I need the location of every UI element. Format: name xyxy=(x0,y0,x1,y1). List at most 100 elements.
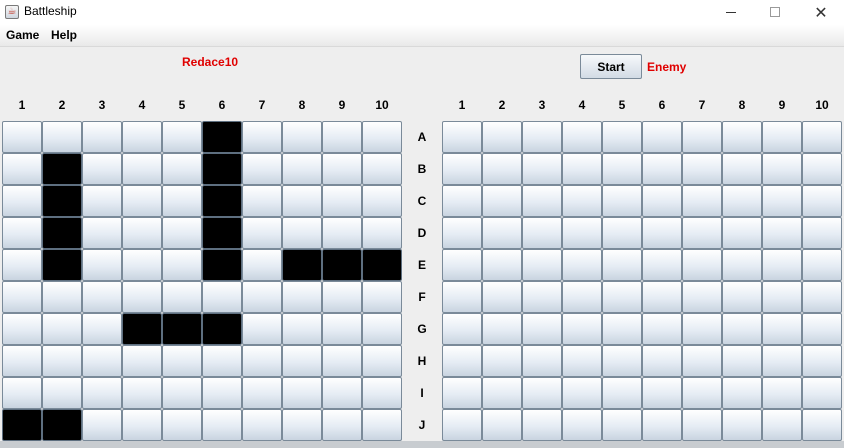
enemy-board-cell[interactable] xyxy=(642,345,682,377)
player-board-ship-cell[interactable] xyxy=(202,185,242,217)
enemy-board-cell[interactable] xyxy=(442,409,482,441)
player-board-cell[interactable] xyxy=(322,377,362,409)
enemy-board-cell[interactable] xyxy=(722,217,762,249)
menu-help[interactable]: Help xyxy=(51,28,77,42)
enemy-board-cell[interactable] xyxy=(602,185,642,217)
player-board-cell[interactable] xyxy=(362,377,402,409)
enemy-board-cell[interactable] xyxy=(482,217,522,249)
player-board-cell[interactable] xyxy=(322,409,362,441)
player-board-cell[interactable] xyxy=(82,121,122,153)
player-board-cell[interactable] xyxy=(242,281,282,313)
player-board-cell[interactable] xyxy=(42,121,82,153)
enemy-board-cell[interactable] xyxy=(802,153,842,185)
player-board-ship-cell[interactable] xyxy=(2,409,42,441)
enemy-board-cell[interactable] xyxy=(722,377,762,409)
player-board-cell[interactable] xyxy=(362,313,402,345)
enemy-board-cell[interactable] xyxy=(442,121,482,153)
player-board-cell[interactable] xyxy=(362,409,402,441)
enemy-board-cell[interactable] xyxy=(442,185,482,217)
player-board-cell[interactable] xyxy=(42,281,82,313)
enemy-board-cell[interactable] xyxy=(802,281,842,313)
enemy-board-cell[interactable] xyxy=(642,409,682,441)
enemy-board-cell[interactable] xyxy=(522,377,562,409)
enemy-board-cell[interactable] xyxy=(682,313,722,345)
player-board-cell[interactable] xyxy=(362,153,402,185)
player-board-cell[interactable] xyxy=(2,281,42,313)
enemy-board-cell[interactable] xyxy=(602,249,642,281)
player-board-cell[interactable] xyxy=(202,377,242,409)
enemy-board-cell[interactable] xyxy=(802,217,842,249)
enemy-board-cell[interactable] xyxy=(602,281,642,313)
enemy-board-cell[interactable] xyxy=(602,409,642,441)
player-board-ship-cell[interactable] xyxy=(202,153,242,185)
enemy-board-cell[interactable] xyxy=(682,377,722,409)
player-board-cell[interactable] xyxy=(242,217,282,249)
enemy-board-cell[interactable] xyxy=(642,217,682,249)
maximize-button[interactable] xyxy=(752,0,798,25)
player-board-ship-cell[interactable] xyxy=(202,313,242,345)
player-board-cell[interactable] xyxy=(322,217,362,249)
player-board-cell[interactable] xyxy=(282,121,322,153)
start-button[interactable]: Start xyxy=(580,54,642,79)
player-board-ship-cell[interactable] xyxy=(202,249,242,281)
player-board-cell[interactable] xyxy=(162,281,202,313)
enemy-board-cell[interactable] xyxy=(482,185,522,217)
player-board-ship-cell[interactable] xyxy=(162,313,202,345)
enemy-board-cell[interactable] xyxy=(682,185,722,217)
player-board-cell[interactable] xyxy=(202,345,242,377)
player-board-cell[interactable] xyxy=(82,281,122,313)
player-board-cell[interactable] xyxy=(282,377,322,409)
player-board-cell[interactable] xyxy=(202,281,242,313)
player-board-cell[interactable] xyxy=(322,281,362,313)
enemy-board-cell[interactable] xyxy=(562,121,602,153)
enemy-board-cell[interactable] xyxy=(682,345,722,377)
enemy-board-cell[interactable] xyxy=(562,249,602,281)
enemy-board-cell[interactable] xyxy=(802,313,842,345)
enemy-board-cell[interactable] xyxy=(482,249,522,281)
player-board-cell[interactable] xyxy=(282,409,322,441)
player-board-cell[interactable] xyxy=(242,249,282,281)
menu-game[interactable]: Game xyxy=(6,28,39,42)
enemy-board-cell[interactable] xyxy=(682,121,722,153)
player-board-cell[interactable] xyxy=(322,345,362,377)
player-board-cell[interactable] xyxy=(322,153,362,185)
player-board-cell[interactable] xyxy=(362,345,402,377)
enemy-board-cell[interactable] xyxy=(682,249,722,281)
player-board-cell[interactable] xyxy=(122,121,162,153)
enemy-board-cell[interactable] xyxy=(482,345,522,377)
player-board-cell[interactable] xyxy=(82,345,122,377)
player-board-cell[interactable] xyxy=(82,185,122,217)
enemy-board-cell[interactable] xyxy=(522,409,562,441)
enemy-board-cell[interactable] xyxy=(762,121,802,153)
player-board-cell[interactable] xyxy=(362,185,402,217)
enemy-board-cell[interactable] xyxy=(562,217,602,249)
player-board-cell[interactable] xyxy=(322,313,362,345)
player-board-cell[interactable] xyxy=(42,377,82,409)
player-board-cell[interactable] xyxy=(162,185,202,217)
enemy-board-cell[interactable] xyxy=(482,377,522,409)
enemy-board-cell[interactable] xyxy=(562,153,602,185)
player-board-cell[interactable] xyxy=(2,377,42,409)
player-board-cell[interactable] xyxy=(122,345,162,377)
enemy-board-cell[interactable] xyxy=(602,345,642,377)
player-board-cell[interactable] xyxy=(2,121,42,153)
player-board-ship-cell[interactable] xyxy=(362,249,402,281)
enemy-board-cell[interactable] xyxy=(802,249,842,281)
enemy-board-cell[interactable] xyxy=(442,249,482,281)
player-board-cell[interactable] xyxy=(2,153,42,185)
player-board-cell[interactable] xyxy=(162,345,202,377)
enemy-board-cell[interactable] xyxy=(482,153,522,185)
player-board-cell[interactable] xyxy=(362,281,402,313)
player-board-cell[interactable] xyxy=(2,185,42,217)
enemy-board-cell[interactable] xyxy=(442,217,482,249)
enemy-board-cell[interactable] xyxy=(802,345,842,377)
enemy-board-cell[interactable] xyxy=(562,345,602,377)
player-board-cell[interactable] xyxy=(162,121,202,153)
enemy-board-cell[interactable] xyxy=(522,345,562,377)
player-board-cell[interactable] xyxy=(2,345,42,377)
enemy-board-cell[interactable] xyxy=(722,249,762,281)
player-board-cell[interactable] xyxy=(282,217,322,249)
enemy-board-cell[interactable] xyxy=(442,153,482,185)
player-board-cell[interactable] xyxy=(2,313,42,345)
player-board-cell[interactable] xyxy=(162,249,202,281)
